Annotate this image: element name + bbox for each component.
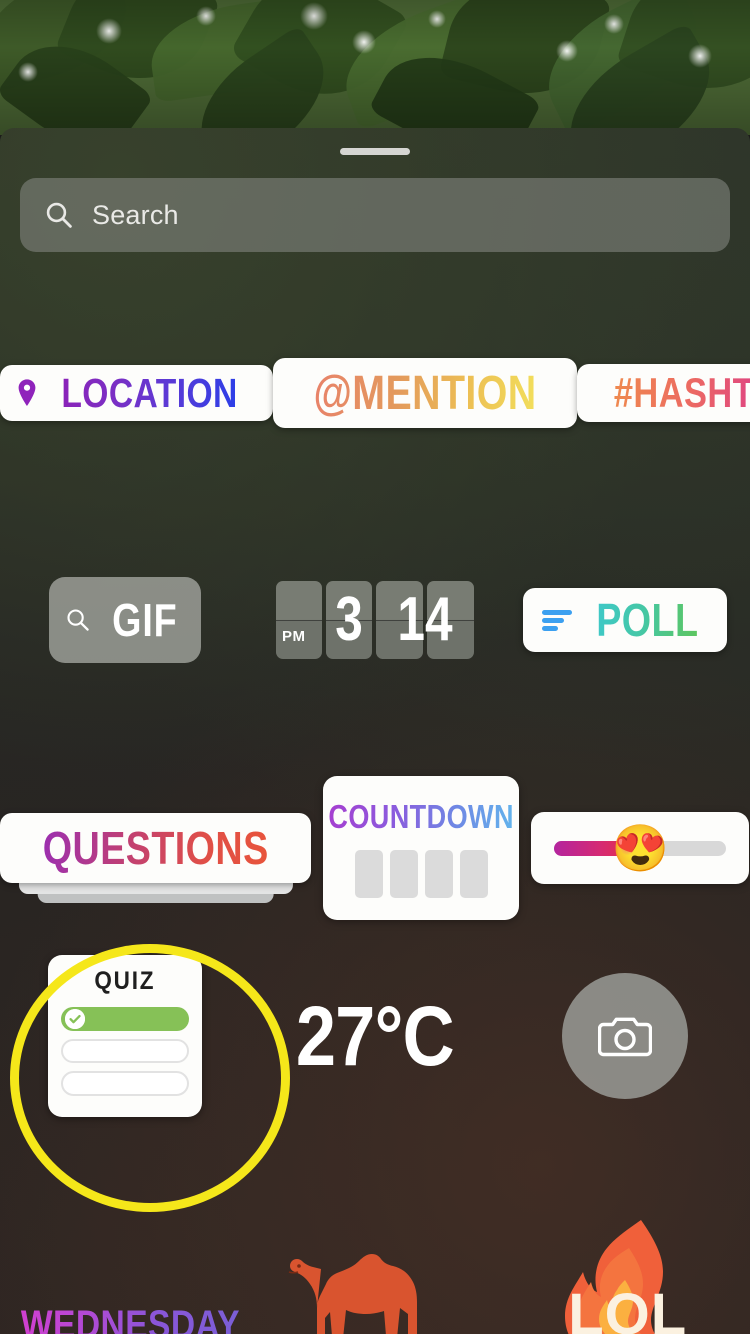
sticker-row-4: QUIZ 27°C	[0, 946, 750, 1126]
sticker-location-label: LOCATION	[61, 369, 238, 416]
sticker-gif-label: GIF	[112, 594, 178, 646]
emoji-slider-knob[interactable]: 😍	[612, 825, 669, 871]
sticker-row-1: LOCATION @MENTION #HASHTAG	[0, 343, 750, 443]
clock-minute-tile-left	[376, 581, 423, 659]
sticker-quiz-label: QUIZ	[94, 967, 156, 995]
camera-icon	[598, 1017, 652, 1057]
sticker-questions[interactable]: QUESTIONS	[0, 813, 312, 903]
sticker-row-3: QUESTIONS COUNTDOWN 😍	[0, 768, 750, 928]
sheet-grabber-handle[interactable]	[340, 148, 410, 155]
sticker-mention-label: @MENTION	[313, 366, 537, 420]
sticker-row-2: GIF PM 3 14 POLL	[0, 565, 750, 675]
emoji-slider-track[interactable]: 😍	[554, 825, 727, 871]
sticker-countdown-label: COUNTDOWN	[328, 798, 514, 835]
sticker-hashtag-label: #HASHTAG	[614, 369, 750, 417]
check-circle-icon	[65, 1008, 85, 1029]
sticker-camera-button[interactable]	[562, 973, 688, 1099]
sticker-poll[interactable]: POLL	[522, 588, 728, 652]
clock-minute-tile-right	[427, 581, 474, 659]
sticker-weekday[interactable]: WEDNESDAY	[21, 1303, 240, 1334]
search-icon	[67, 609, 89, 631]
sticker-quiz[interactable]: QUIZ	[48, 955, 202, 1117]
search-placeholder: Search	[92, 199, 179, 230]
photo-vignette	[0, 0, 750, 135]
countdown-box	[354, 850, 383, 898]
sticker-questions-label: QUESTIONS	[42, 822, 269, 874]
countdown-box	[424, 850, 453, 898]
story-photo-background	[0, 0, 750, 135]
sticker-lol[interactable]: LOL	[533, 1218, 723, 1334]
sticker-row-5-partial: WEDNESDAY LOL	[0, 1208, 750, 1334]
countdown-box	[389, 850, 418, 898]
clock-ampm-tile: PM	[276, 581, 322, 659]
location-pin-icon	[18, 379, 36, 407]
sticker-countdown[interactable]: COUNTDOWN	[323, 776, 520, 920]
camel-icon[interactable]	[283, 1222, 483, 1334]
countdown-box	[459, 850, 488, 898]
clock-hour-label: 3	[335, 585, 363, 654]
questions-card: QUESTIONS	[0, 813, 312, 883]
search-icon	[46, 202, 72, 228]
quiz-option-blank	[61, 1071, 189, 1097]
countdown-placeholder-boxes	[354, 850, 488, 898]
quiz-option-blank	[61, 1038, 189, 1064]
sticker-tray-sheet: Search LOCATION @MENTION #HASHT GIF PM 3…	[0, 128, 750, 1334]
sticker-mention[interactable]: @MENTION	[273, 358, 578, 428]
clock-minute-group: 14	[376, 581, 474, 659]
clock-hour-tile: 3	[326, 581, 372, 659]
search-input[interactable]: Search	[20, 178, 730, 252]
sticker-lol-label: LOL	[568, 1282, 688, 1334]
quiz-option-correct	[61, 1007, 189, 1031]
story-sticker-screen: Search LOCATION @MENTION #HASHT GIF PM 3…	[0, 0, 750, 1334]
sticker-poll-label: POLL	[595, 594, 699, 646]
sticker-location[interactable]: LOCATION	[0, 365, 274, 421]
sticker-hashtag[interactable]: #HASHTAG	[577, 364, 750, 422]
clock-ampm-label: PM	[282, 628, 306, 645]
poll-bars-icon	[541, 610, 572, 631]
sticker-emoji-slider[interactable]: 😍	[531, 812, 750, 884]
sticker-gif[interactable]: GIF	[49, 577, 201, 663]
sticker-temperature[interactable]: 27°C	[296, 988, 455, 1085]
sticker-clock[interactable]: PM 3 14	[276, 581, 474, 659]
